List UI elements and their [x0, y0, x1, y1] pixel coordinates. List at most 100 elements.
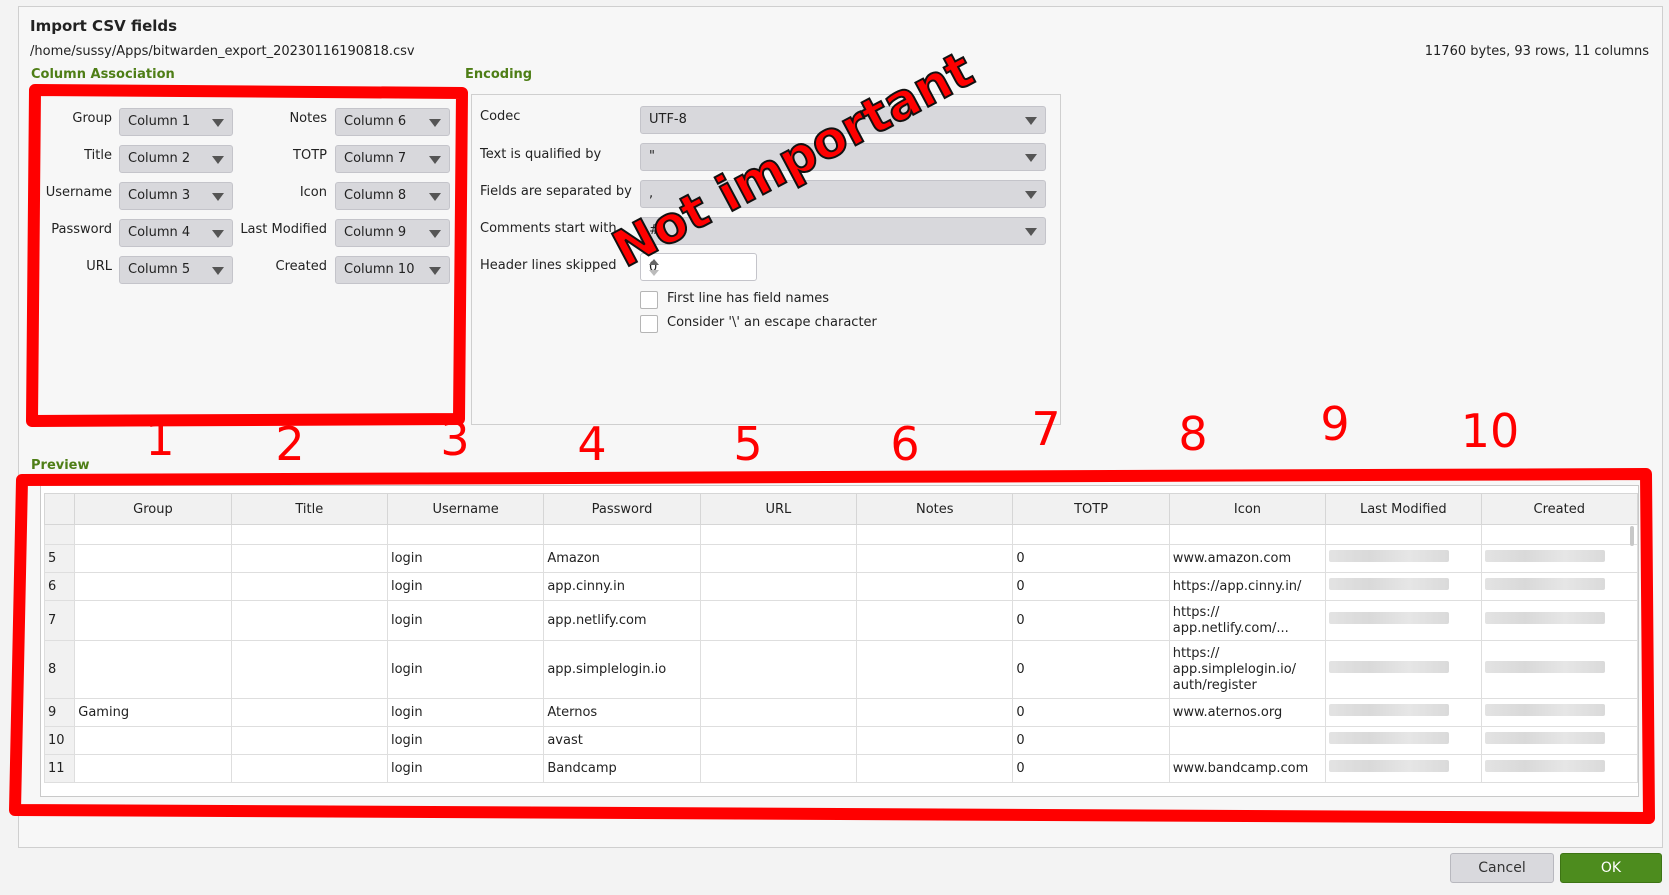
cell-title — [230, 754, 388, 783]
cell-created-redacted — [1480, 754, 1638, 783]
assoc-label-title: Title — [84, 148, 112, 163]
cell-totp: 0 — [1012, 726, 1170, 755]
cell-group: Gaming — [74, 698, 232, 727]
chevron-down-icon — [429, 156, 441, 164]
combo-value: Column 9 — [344, 225, 407, 240]
cell-title — [230, 726, 388, 755]
column-header-password[interactable]: Password — [543, 493, 701, 525]
cell-group — [74, 640, 232, 699]
cell-created-redacted — [1480, 726, 1638, 755]
redacted-blur — [1484, 661, 1605, 673]
separator-combo[interactable]: , — [640, 180, 1046, 208]
cell-username: login — [386, 698, 545, 727]
chevron-down-icon — [212, 267, 224, 275]
column-header-totp[interactable]: TOTP — [1012, 493, 1170, 525]
table-row[interactable]: 6 login app.cinny.in 0 https://app.cinny.in/ — [43, 572, 1638, 601]
cell-icon: www.aternos.org — [1168, 698, 1327, 727]
cell-title — [230, 640, 388, 699]
assoc-combo-title[interactable]: Column 2 — [119, 145, 233, 173]
assoc-label-icon: Icon — [299, 185, 327, 200]
header-skip-spinbox[interactable]: 0 — [640, 253, 757, 281]
escape-char-label: Consider '\' an escape character — [667, 315, 877, 330]
cancel-button[interactable]: Cancel — [1450, 853, 1554, 883]
table-row[interactable]: 8 login app.simplelogin.io 0 https://app.sim… — [43, 640, 1638, 699]
row-number-cell: 9 — [43, 698, 76, 727]
column-header-created[interactable]: Created — [1480, 493, 1638, 525]
table-row[interactable]: 7 login app.netlify.com 0 https://app.netlif… — [43, 600, 1638, 641]
cell-totp: 0 — [1012, 544, 1170, 573]
chevron-down-icon — [429, 193, 441, 201]
cell-password: Amazon — [543, 544, 701, 573]
assoc-label-username: Username — [45, 185, 112, 200]
table-row[interactable]: 9 Gaming login Aternos 0 www.aternos.org — [43, 698, 1638, 727]
spin-down-icon[interactable] — [649, 270, 659, 276]
column-header-title[interactable]: Title — [230, 493, 388, 525]
column-header-notes[interactable]: Notes — [856, 493, 1014, 525]
comments-combo[interactable]: # — [640, 217, 1046, 245]
cell-url — [699, 544, 858, 573]
escape-char-checkbox[interactable] — [640, 315, 658, 333]
chevron-down-icon — [212, 156, 224, 164]
column-header-last-modified[interactable]: Last Modified — [1325, 493, 1482, 525]
corner-header[interactable] — [43, 493, 76, 525]
cell-icon-line: app.simplelogin.io/ — [1172, 661, 1297, 677]
cell-group — [74, 754, 232, 783]
combo-value: Column 5 — [128, 262, 191, 277]
chevron-down-icon — [429, 230, 441, 238]
assoc-label-notes: Notes — [289, 111, 327, 126]
redacted-blur — [1329, 704, 1450, 716]
assoc-combo-password[interactable]: Column 4 — [119, 219, 233, 247]
combo-value: Column 8 — [344, 188, 407, 203]
assoc-combo-created[interactable]: Column 10 — [335, 256, 450, 284]
row-number-cell: 6 — [43, 572, 76, 601]
assoc-label-totp: TOTP — [293, 148, 327, 163]
cell-url — [699, 726, 858, 755]
qualifier-combo[interactable]: " — [640, 143, 1046, 171]
preview-header-row: Group Title Username Password URL Notes TOTP Ic… — [43, 493, 1638, 525]
first-line-names-checkbox[interactable] — [640, 291, 658, 309]
assoc-combo-totp[interactable]: Column 7 — [335, 145, 450, 173]
cell-notes — [856, 698, 1014, 727]
spin-up-icon[interactable] — [649, 259, 659, 265]
ok-button[interactable]: OK — [1560, 853, 1662, 883]
cell-created-redacted — [1480, 640, 1638, 699]
cell-username: login — [386, 726, 545, 755]
combo-value: Column 10 — [344, 262, 415, 277]
column-header-icon[interactable]: Icon — [1168, 493, 1327, 525]
table-row[interactable]: 5 login Amazon 0 www.amazon.com — [43, 544, 1638, 573]
preview-label: Preview — [31, 458, 90, 473]
preview-table: Group Title Username Password URL Notes TOTP Ic… — [43, 493, 1638, 783]
table-row[interactable]: 11 login Bandcamp 0 www.bandcamp.com — [43, 754, 1638, 783]
column-association-label: Column Association — [31, 67, 175, 82]
chevron-down-icon — [1025, 117, 1037, 125]
cell-notes — [856, 726, 1014, 755]
assoc-combo-group[interactable]: Column 1 — [119, 108, 233, 136]
cell-title — [230, 544, 388, 573]
assoc-combo-username[interactable]: Column 3 — [119, 182, 233, 210]
cell-group — [74, 600, 232, 641]
redacted-blur — [1329, 661, 1450, 673]
assoc-combo-icon[interactable]: Column 8 — [335, 182, 450, 210]
cell-password: Bandcamp — [543, 754, 701, 783]
table-row — [43, 524, 1638, 545]
column-header-url[interactable]: URL — [699, 493, 858, 525]
encoding-label: Encoding — [465, 67, 533, 82]
cell-username: login — [386, 572, 545, 601]
table-row[interactable]: 10 login avast 0 — [43, 726, 1638, 755]
qualifier-label: Text is qualified by — [480, 147, 602, 162]
assoc-combo-notes[interactable]: Column 6 — [335, 108, 450, 136]
column-header-username[interactable]: Username — [386, 493, 545, 525]
cell-notes — [856, 572, 1014, 601]
chevron-down-icon — [429, 267, 441, 275]
codec-combo[interactable]: UTF-8 — [640, 106, 1046, 134]
redacted-blur — [1484, 732, 1605, 744]
column-header-group[interactable]: Group — [74, 493, 232, 525]
assoc-combo-url[interactable]: Column 5 — [119, 256, 233, 284]
assoc-combo-last-modified[interactable]: Column 9 — [335, 219, 450, 247]
cell-icon: https://app.netlify.com/... — [1168, 600, 1327, 641]
redacted-blur — [1329, 760, 1450, 772]
cell-title — [230, 572, 388, 601]
redacted-blur — [1484, 612, 1605, 624]
cell-group — [74, 726, 232, 755]
vertical-scrollbar[interactable] — [1630, 526, 1634, 546]
